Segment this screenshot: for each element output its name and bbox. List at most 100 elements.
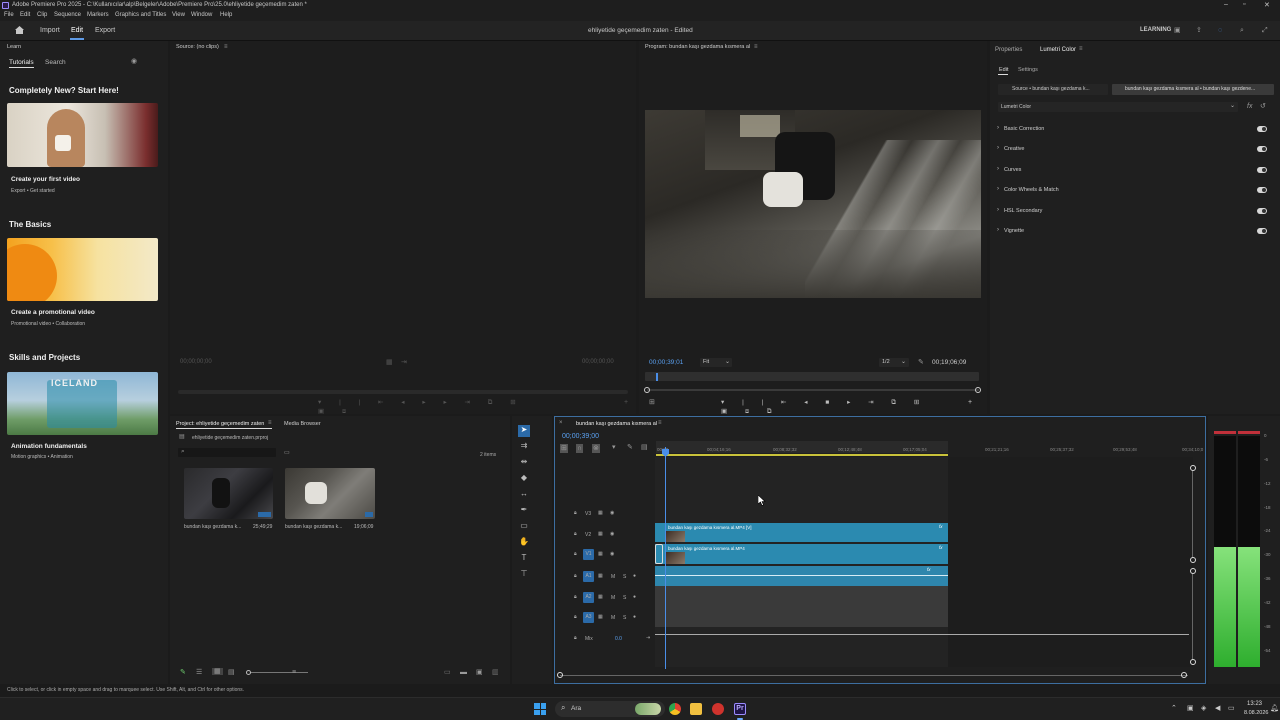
track-a3-label[interactable]: A3 xyxy=(583,612,594,623)
selection-tool-icon[interactable]: ➤ xyxy=(518,425,530,437)
v-scrollbar-audio[interactable] xyxy=(1192,574,1193,660)
rectangle-tool-icon[interactable]: ▭ xyxy=(518,521,530,533)
track-select-tool-icon[interactable]: ⇉ xyxy=(518,441,530,453)
tutorial-thumbnail-animation[interactable]: ICELAND xyxy=(7,372,158,435)
timeline-settings-icon[interactable]: ✎ xyxy=(627,444,633,451)
program-timecode[interactable]: 00;00;39;01 xyxy=(649,359,683,366)
add-marker-icon[interactable]: ▾ xyxy=(612,444,616,451)
tutorial-thumbnail-promo[interactable] xyxy=(7,238,158,301)
mix-value[interactable]: 0.0 xyxy=(615,636,622,642)
v-scroll-handle-audio[interactable] xyxy=(1190,568,1196,574)
eye-icon[interactable]: ◉ xyxy=(610,510,614,516)
lock-icon[interactable]: 🔒︎ xyxy=(574,551,577,557)
target-clip-selector[interactable]: bundan kaşı gezdama kısmera al • bundan … xyxy=(1112,84,1274,95)
toggle-creative[interactable] xyxy=(1257,146,1267,152)
track-a1-label[interactable]: A1 xyxy=(583,571,594,582)
program-playhead[interactable] xyxy=(656,373,658,381)
lock-icon[interactable]: 🔒︎ xyxy=(574,594,577,600)
track-v1[interactable]: 🔒︎ V1 ▦ ◉ xyxy=(572,549,652,567)
track-mix[interactable]: 🔒︎ Mix 0.0 ⇥ xyxy=(572,633,652,651)
project-clip-thumbnail-2[interactable] xyxy=(285,468,375,519)
lumetri-section-vignette[interactable]: › Vignette xyxy=(997,227,1267,237)
taskbar-time[interactable]: 13:23 xyxy=(1247,701,1262,707)
new-item-icon[interactable]: ▣ xyxy=(476,669,483,676)
media-app-icon[interactable] xyxy=(712,703,724,715)
source-clip-selector[interactable]: Source • bundan kaşı gezdama k... xyxy=(998,84,1108,95)
menu-sequence[interactable]: Sequence xyxy=(54,12,81,18)
microphone-icon[interactable]: ● xyxy=(633,614,636,620)
windows-start-icon[interactable] xyxy=(534,703,546,715)
film-icon[interactable]: ▦ xyxy=(598,551,603,557)
tray-battery-icon[interactable]: ▭ xyxy=(1228,705,1235,712)
solo-label[interactable]: S xyxy=(623,595,626,601)
trash-icon[interactable]: ▥ xyxy=(492,669,499,676)
sync-icon[interactable]: ▦ xyxy=(598,573,603,579)
new-bin-footer-icon[interactable]: ▬ xyxy=(460,669,467,676)
tab-search[interactable]: Search xyxy=(45,59,66,66)
source-export-frame-icon[interactable]: ⇥ xyxy=(401,359,407,366)
icon-view-icon[interactable]: ▦ xyxy=(212,668,223,675)
program-quality-select[interactable]: 1/2 ⌄ xyxy=(879,358,909,367)
hand-tool-icon[interactable]: ✋ xyxy=(518,537,530,549)
chrome-icon[interactable] xyxy=(669,703,681,715)
reset-icon[interactable]: ↺ xyxy=(1260,103,1266,110)
program-add-button-icon[interactable]: + xyxy=(968,399,972,406)
program-marker-icon[interactable]: ⊞ xyxy=(649,399,655,406)
toggle-vignette[interactable] xyxy=(1257,228,1267,234)
program-video-frame[interactable] xyxy=(645,110,981,298)
clip-v2[interactable]: bundan kaşı gezdama kısmera al.MP4 [V] f… xyxy=(655,523,948,542)
notifications-icon[interactable]: ◌ xyxy=(1218,27,1222,34)
menu-file[interactable]: File xyxy=(4,12,14,18)
project-menu-icon[interactable]: ≡ xyxy=(268,420,272,427)
nest-icon[interactable]: ⊞ xyxy=(560,444,568,453)
tray-network-icon[interactable]: ◈ xyxy=(1201,705,1206,712)
track-a3[interactable]: 🔒︎ A3 ▦ M S ● xyxy=(572,612,652,630)
film-icon[interactable]: ▦ xyxy=(598,510,603,516)
lumetri-section-wheels[interactable]: › Color Wheels & Match xyxy=(997,186,1267,196)
lumetri-section-hsl[interactable]: › HSL Secondary xyxy=(997,207,1267,217)
clip-a1[interactable]: fx xyxy=(655,566,948,586)
tab-properties[interactable]: Properties xyxy=(995,47,1022,53)
premiere-taskbar-icon[interactable]: Pr xyxy=(734,703,746,715)
clip-v1-in-handle[interactable] xyxy=(655,544,663,564)
program-zoom-bar[interactable] xyxy=(645,372,979,381)
tab-tutorials[interactable]: Tutorials xyxy=(9,59,34,66)
microphone-icon[interactable]: ● xyxy=(633,573,636,579)
h-scrollbar[interactable] xyxy=(560,675,1188,676)
toggle-wheels[interactable] xyxy=(1257,187,1267,193)
track-v3[interactable]: 🔒︎ V3 ▦ ◉ xyxy=(572,508,652,526)
source-settings-icon[interactable]: ▦ xyxy=(386,359,393,366)
timeline-close-icon[interactable]: × xyxy=(559,420,563,427)
lumetri-section-creative[interactable]: › Creative xyxy=(997,145,1267,155)
workspaces-icon[interactable]: ▣ xyxy=(1174,27,1181,34)
timeline-timecode[interactable]: 00;00;39;00 xyxy=(562,433,599,440)
h-scroll-handle-right[interactable] xyxy=(1181,672,1187,678)
sync-icon[interactable]: ▦ xyxy=(598,594,603,600)
tab-media-browser[interactable]: Media Browser xyxy=(284,421,321,427)
card-title-first-video[interactable]: Create your first video xyxy=(11,176,80,183)
lumetri-menu-icon[interactable]: ≡ xyxy=(1079,46,1083,53)
tab-edit[interactable]: Edit xyxy=(71,27,83,34)
menu-clip[interactable]: Clip xyxy=(37,12,47,18)
slip-tool-icon[interactable]: ↔ xyxy=(518,489,530,501)
tray-chevron-up-icon[interactable]: ⌃ xyxy=(1171,705,1177,712)
solo-label[interactable]: S xyxy=(623,615,626,621)
caption-tool-icon[interactable]: ⊤ xyxy=(518,569,530,581)
zoom-slider[interactable] xyxy=(246,670,308,675)
lock-icon[interactable]: 🔒︎ xyxy=(574,510,577,516)
taskbar-date[interactable]: 8.08.2026 xyxy=(1244,710,1268,716)
mix-end-icon[interactable]: ⇥ xyxy=(646,635,650,641)
pencil-icon[interactable]: ✎ xyxy=(180,669,186,676)
automate-icon[interactable]: ▭ xyxy=(444,669,451,676)
mute-label[interactable]: M xyxy=(611,574,615,580)
tray-app-icon[interactable]: ▣ xyxy=(1187,705,1194,712)
clip-v1[interactable]: bundan kaşı gezdama kısmera al.MP4 fx xyxy=(655,544,948,564)
v-scroll-handle-mid[interactable] xyxy=(1190,557,1196,563)
project-search-input[interactable]: ⌕ xyxy=(178,448,276,457)
v-scroll-handle-bottom[interactable] xyxy=(1190,659,1196,665)
lumetri-section-basic[interactable]: › Basic Correction xyxy=(997,125,1267,135)
source-add-button-icon[interactable]: + xyxy=(624,399,628,406)
tab-import[interactable]: Import xyxy=(40,27,60,34)
subtab-edit[interactable]: Edit xyxy=(999,67,1008,73)
home-icon[interactable] xyxy=(15,26,24,34)
